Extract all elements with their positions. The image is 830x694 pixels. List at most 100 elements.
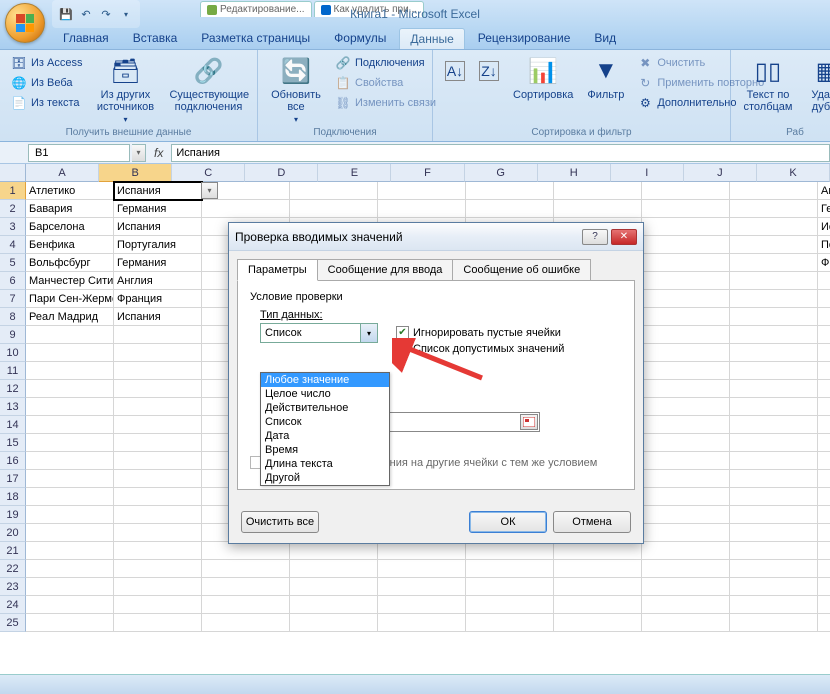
cell[interactable] [202,542,290,560]
cell[interactable] [642,596,730,614]
row-header[interactable]: 16 [0,452,26,470]
cell[interactable] [730,578,818,596]
cell[interactable] [290,542,378,560]
cell[interactable] [26,344,114,362]
cell[interactable]: Бавария [26,200,114,218]
cell[interactable] [26,614,114,632]
cell[interactable] [554,596,642,614]
cell[interactable] [730,596,818,614]
from-text-button[interactable]: 📄Из текста [6,93,87,113]
cell[interactable] [730,182,818,200]
cell[interactable] [378,542,466,560]
tab-review[interactable]: Рецензирование [467,27,582,49]
save-icon[interactable]: 💾 [58,6,74,22]
sort-button[interactable]: 📊Сортировка [507,53,579,103]
cell[interactable] [642,344,730,362]
cell[interactable] [730,272,818,290]
row-header[interactable]: 24 [0,596,26,614]
cell[interactable]: Германия [114,200,202,218]
cell[interactable] [26,452,114,470]
tab-input-message[interactable]: Сообщение для ввода [317,259,454,281]
cell[interactable] [730,362,818,380]
cell[interactable] [378,200,466,218]
tab-error-alert[interactable]: Сообщение об ошибке [452,259,591,281]
cell[interactable]: Испания [114,308,202,326]
office-button[interactable] [5,3,45,43]
cell[interactable] [642,506,730,524]
cell[interactable] [642,182,730,200]
cell[interactable]: Франция [114,290,202,308]
row-header[interactable]: 7 [0,290,26,308]
row-header[interactable]: 2 [0,200,26,218]
cell[interactable]: Португалия [818,236,830,254]
cell[interactable]: Испания [114,218,202,236]
cell[interactable]: Германия [114,254,202,272]
cell[interactable] [26,470,114,488]
sort-asc-button[interactable]: A↓ [439,53,471,83]
cell[interactable] [642,362,730,380]
cell[interactable] [378,182,466,200]
cell[interactable] [818,452,830,470]
tab-view[interactable]: Вид [583,27,627,49]
cell[interactable] [642,614,730,632]
cell[interactable] [114,344,202,362]
cell[interactable] [26,434,114,452]
cell[interactable]: Манчестер Сити [26,272,114,290]
cell[interactable] [554,542,642,560]
cell[interactable] [730,488,818,506]
formula-input[interactable]: Испания [171,144,830,162]
row-header[interactable]: 17 [0,470,26,488]
name-box-dropdown[interactable]: ▾ [132,144,146,162]
cell[interactable]: Реал Мадрид [26,308,114,326]
dialog-close-button[interactable]: ✕ [611,229,637,245]
undo-icon[interactable]: ↶ [78,6,94,22]
cell[interactable] [114,560,202,578]
cell[interactable] [730,524,818,542]
cell[interactable] [290,182,378,200]
sort-desc-button[interactable]: Z↓ [473,53,505,83]
ignore-blank-checkbox[interactable]: ✔ [396,326,409,339]
cell[interactable] [730,290,818,308]
cell[interactable] [114,452,202,470]
cell[interactable] [818,470,830,488]
cell[interactable] [26,398,114,416]
cell[interactable] [466,578,554,596]
from-web-button[interactable]: 🌐Из Веба [6,73,87,93]
cell[interactable]: Португалия [114,236,202,254]
row-header[interactable]: 5 [0,254,26,272]
row-header[interactable]: 9 [0,326,26,344]
in-cell-dropdown-checkbox[interactable]: ✔ [396,342,409,355]
tab-insert[interactable]: Вставка [122,27,189,49]
cell[interactable] [730,452,818,470]
cell[interactable] [730,326,818,344]
cell[interactable] [114,416,202,434]
cell[interactable] [818,290,830,308]
cell[interactable] [730,308,818,326]
row-header[interactable]: 22 [0,560,26,578]
from-other-sources-button[interactable]: 🗃Из других источников▾ [89,53,161,126]
dropdown-option[interactable]: Дата [261,429,389,443]
row-header[interactable]: 8 [0,308,26,326]
cell-dropdown-button[interactable]: ▾ [201,182,218,199]
cell[interactable] [202,578,290,596]
cell[interactable] [554,578,642,596]
select-all-corner[interactable] [0,164,26,182]
tab-home[interactable]: Главная [52,27,120,49]
cell[interactable] [114,524,202,542]
cell[interactable] [818,434,830,452]
cancel-button[interactable]: Отмена [553,511,631,533]
cell[interactable]: Испания [818,218,830,236]
dialog-titlebar[interactable]: Проверка вводимых значений ? ✕ [229,223,643,251]
cell[interactable]: Англия [114,272,202,290]
cell[interactable]: Вольфсбург [26,254,114,272]
cell[interactable] [730,254,818,272]
cell[interactable] [26,578,114,596]
cell[interactable] [642,398,730,416]
row-header[interactable]: 13 [0,398,26,416]
cell[interactable] [26,542,114,560]
cell[interactable] [554,560,642,578]
column-header[interactable]: A [26,164,99,182]
column-header[interactable]: K [757,164,830,182]
cell[interactable] [818,596,830,614]
connections-button[interactable]: 🔗Подключения [330,53,441,73]
